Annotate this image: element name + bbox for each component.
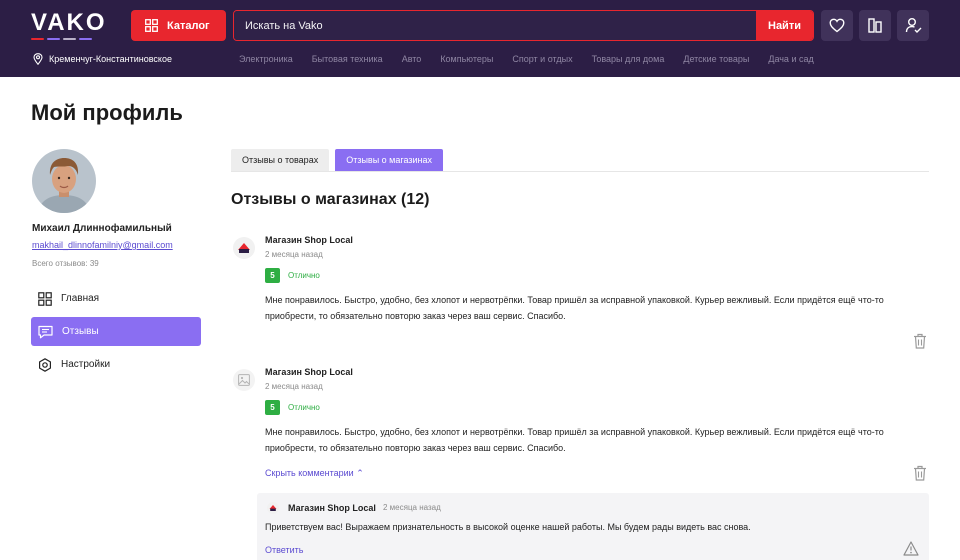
category-nav: Электроника Бытовая техника Авто Компьют… (239, 54, 814, 64)
search-input[interactable] (234, 11, 756, 40)
rating-label: Отлично (288, 271, 320, 280)
nav-item-home[interactable]: Товары для дома (592, 54, 665, 64)
logo-bar (63, 38, 76, 40)
catalog-grid-icon (145, 19, 158, 32)
review-card: Магазин Shop Local 2 месяца назад 5 Отли… (231, 235, 929, 350)
sidebar-item-home[interactable]: Главная (31, 284, 201, 313)
reply-date: 2 месяца назад (383, 503, 441, 512)
heart-icon (829, 18, 845, 33)
reply-shop-logo (267, 502, 279, 514)
search-button[interactable]: Найти (756, 11, 813, 40)
location-pin-icon (33, 53, 43, 65)
reviews-count: Всего отзывов: 39 (32, 259, 99, 268)
shop-logo-placeholder (233, 369, 255, 391)
rating-label: Отлично (288, 403, 320, 412)
favorites-button[interactable] (821, 10, 853, 41)
reply-shop-name[interactable]: Магазин Shop Local (288, 503, 376, 513)
grid-icon (38, 291, 52, 306)
user-name: Михаил Длиннофамильный (32, 223, 172, 234)
review-date: 2 месяца назад (265, 382, 323, 391)
nav-item-auto[interactable]: Авто (402, 54, 422, 64)
nav-item-computers[interactable]: Компьютеры (440, 54, 493, 64)
catalog-label: Каталог (167, 19, 210, 32)
search-box: Найти (233, 10, 814, 41)
nav-item-garden[interactable]: Дача и сад (768, 54, 813, 64)
tab-product-reviews[interactable]: Отзывы о товарах (231, 149, 330, 171)
profile-button[interactable] (897, 10, 929, 41)
compare-icon (868, 18, 882, 33)
shop-name[interactable]: Магазин Shop Local (265, 235, 353, 245)
section-title: Отзывы о магазинах (12) (231, 191, 430, 208)
logo-text: VAKO (31, 9, 107, 36)
sidebar-item-label: Отзывы (62, 326, 99, 337)
settings-icon (39, 357, 51, 372)
location-label: Кременчуг-Константиновское (49, 54, 172, 64)
chat-icon (38, 325, 53, 338)
sidebar-menu: Главная Отзывы Настройки (31, 284, 201, 383)
reply-button[interactable]: Ответить (265, 545, 303, 555)
compare-button[interactable] (859, 10, 891, 41)
logo-bars (31, 38, 92, 40)
sidebar-item-label: Настройки (61, 359, 111, 370)
trash-icon[interactable] (913, 333, 927, 349)
report-warning-icon[interactable] (903, 541, 919, 556)
trash-icon[interactable] (913, 465, 927, 481)
logo[interactable]: VAKO (31, 11, 107, 40)
reply-text: Приветствуем вас! Выражаем признательнос… (265, 522, 751, 532)
nav-item-electronics[interactable]: Электроника (239, 54, 293, 64)
sidebar-item-settings[interactable]: Настройки (31, 350, 201, 379)
image-placeholder-icon (238, 374, 250, 386)
shop-name[interactable]: Магазин Shop Local (265, 367, 353, 377)
review-card: Магазин Shop Local 2 месяца назад 5 Отли… (231, 367, 929, 487)
nav-item-kids[interactable]: Детские товары (683, 54, 749, 64)
sidebar-item-reviews[interactable]: Отзывы (31, 317, 201, 346)
user-check-icon (905, 18, 921, 33)
rating-badge: 5 (265, 400, 280, 415)
logo-bar (47, 38, 60, 40)
location-selector[interactable]: Кременчуг-Константиновское (33, 53, 172, 65)
logo-bar (79, 38, 92, 40)
review-text: Мне понравилось. Быстро, удобно, без хло… (265, 295, 884, 321)
user-email[interactable]: makhail_dlinnofamilniy@gmail.com (32, 240, 173, 250)
page-title: Мой профиль (31, 100, 183, 125)
shop-logo (233, 237, 255, 259)
sidebar-item-label: Главная (61, 293, 100, 304)
tab-shop-reviews[interactable]: Отзывы о магазинах (335, 149, 443, 171)
rating-badge: 5 (265, 268, 280, 283)
catalog-button[interactable]: Каталог (131, 10, 226, 41)
review-text: Мне понравилось. Быстро, удобно, без хло… (265, 427, 884, 453)
logo-bar (31, 38, 44, 40)
nav-item-appliances[interactable]: Бытовая техника (312, 54, 383, 64)
review-date: 2 месяца назад (265, 250, 323, 259)
review-tabs: Отзывы о товарах Отзывы о магазинах (231, 149, 929, 172)
nav-item-sport[interactable]: Спорт и отдых (512, 54, 572, 64)
toggle-comments-link[interactable]: Скрыть комментарии ⌃ (265, 468, 364, 479)
site-header: VAKO Каталог Найти (0, 0, 960, 77)
shop-reply: Магазин Shop Local 2 месяца назад Привет… (257, 493, 929, 560)
avatar (32, 149, 96, 213)
